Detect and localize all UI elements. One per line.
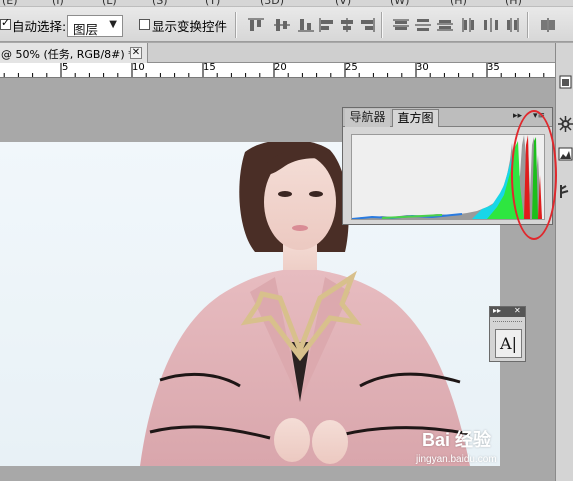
close-icon[interactable]: ✕: [130, 47, 142, 59]
align-top-icon[interactable]: [247, 17, 265, 33]
distribute-right-icon[interactable]: [504, 17, 522, 33]
horizontal-ruler: 5 10 15 20 25 30 35: [0, 63, 555, 78]
tab-histogram[interactable]: 直方图: [392, 109, 439, 127]
panel-dock-icon[interactable]: [558, 73, 573, 91]
gear-icon[interactable]: [558, 115, 573, 133]
distribute-vcenter-icon[interactable]: [414, 17, 432, 33]
layer-select-value: 图层: [73, 22, 99, 37]
right-panel-dock: [555, 43, 573, 481]
align-left-icon[interactable]: [318, 17, 336, 33]
auto-select-label: 自动选择:: [12, 19, 67, 34]
histogram-dock-icon[interactable]: [558, 145, 573, 163]
toolbar-separator: [235, 12, 237, 38]
align-vcenter-icon[interactable]: [273, 17, 291, 33]
menu-bar: (E) (I) (L) (S) (T) (3D) (V) (W) (H) (H): [0, 0, 573, 7]
toolbar-separator: [381, 12, 383, 38]
red-annotation-ellipse: [511, 110, 557, 240]
panel-grip[interactable]: [493, 321, 522, 324]
ruler-label: 5: [62, 63, 69, 73]
distribute-left-icon[interactable]: [460, 17, 478, 33]
ruler-label: 15: [203, 63, 216, 73]
align-hcenter-icon[interactable]: [338, 17, 356, 33]
ruler-label: 35: [487, 63, 500, 73]
character-panel-button[interactable]: A|: [495, 329, 522, 358]
align-right-icon[interactable]: [358, 17, 376, 33]
document-tab[interactable]: @ 50% (任务, RGB/8#) * ✕: [0, 43, 148, 63]
distribute-bottom-icon[interactable]: [436, 17, 454, 33]
auto-select-checkbox[interactable]: [0, 16, 11, 30]
baidu-watermark: Bai 经验 jingyan.baidu.com: [414, 420, 554, 478]
show-transform-label: 显示变换控件: [152, 19, 228, 34]
close-icon[interactable]: ✕: [514, 306, 521, 315]
watermark-text: Bai 经验: [422, 430, 492, 450]
auto-align-icon[interactable]: [539, 17, 557, 33]
ruler-label: 10: [132, 63, 145, 73]
document-tab-title: @ 50% (任务, RGB/8#) *: [1, 48, 134, 61]
layer-select-dropdown[interactable]: 图层 ▼: [67, 15, 123, 37]
ruler-label: 20: [274, 63, 287, 73]
toolbar-separator: [527, 12, 529, 38]
align-bottom-icon[interactable]: [297, 17, 315, 33]
ruler-label: 30: [416, 63, 429, 73]
character-mini-panel: ▸▸ ✕ A|: [489, 306, 526, 362]
chevron-down-icon: ▼: [109, 19, 117, 30]
distribute-top-icon[interactable]: [392, 17, 410, 33]
tab-navigator[interactable]: 导航器: [345, 109, 390, 127]
document-tab-bar: @ 50% (任务, RGB/8#) * ✕: [0, 43, 555, 63]
watermark-url: jingyan.baidu.com: [416, 454, 497, 465]
mini-panel-header: ▸▸ ✕: [490, 306, 525, 317]
ruler-label: 25: [345, 63, 358, 73]
tool-dock-icon[interactable]: [558, 183, 573, 201]
show-transform-checkbox[interactable]: [139, 19, 150, 30]
distribute-hcenter-icon[interactable]: [482, 17, 500, 33]
panel-expand-icon[interactable]: ▸▸: [493, 306, 501, 315]
options-bar: 自动选择: 图层 ▼ 显示变换控件: [0, 7, 573, 42]
